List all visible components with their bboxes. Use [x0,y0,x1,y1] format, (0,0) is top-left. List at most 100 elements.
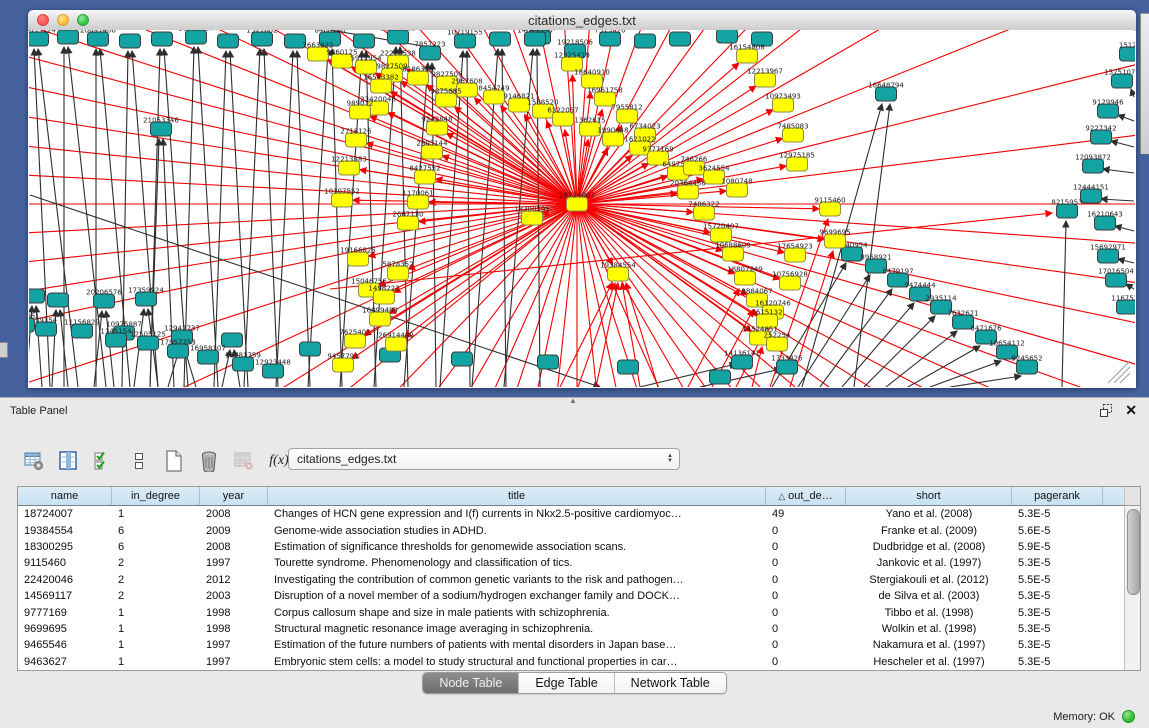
close-panel-icon[interactable]: ✕ [1125,403,1137,417]
cell-out_degree[interactable]: 0 [766,557,846,569]
cell-pagerank[interactable]: 5.9E-5 [1012,541,1103,553]
cell-title[interactable]: Changes of HCN gene expression and I(f) … [268,508,766,520]
graph-node[interactable] [618,360,639,374]
table-row[interactable]: 969969511998Structural magnetic resonanc… [18,621,1124,637]
vertical-scrollbar[interactable] [1124,506,1140,670]
cell-name[interactable]: 9777169 [18,607,112,619]
tab-network-table[interactable]: Network Table [615,673,726,693]
graph-node[interactable] [538,355,559,369]
cell-year[interactable]: 2008 [200,541,268,553]
cell-out_degree[interactable]: 0 [766,590,846,602]
cell-year[interactable]: 1997 [200,656,268,668]
new-table-icon[interactable] [162,449,186,473]
graph-node[interactable] [300,342,321,356]
cell-out_degree[interactable]: 0 [766,574,846,586]
cell-name[interactable]: 19384554 [18,525,112,537]
cell-title[interactable]: Disruption of a novel member of a sodium… [268,590,766,602]
cell-pagerank[interactable]: 5.6E-5 [1012,525,1103,537]
cell-title[interactable]: Tourette syndrome. Phenomenology and cla… [268,557,766,569]
graph-node[interactable] [710,370,731,384]
cell-out_degree[interactable]: 0 [766,656,846,668]
tab-node-table[interactable]: Node Table [423,673,519,693]
cell-edit-icon[interactable] [127,449,151,473]
cell-in_degree[interactable]: 1 [112,607,200,619]
cell-name[interactable]: 9465546 [18,639,112,651]
table-row[interactable]: 911546021997Tourette syndrome. Phenomeno… [18,555,1124,571]
tab-edge-table[interactable]: Edge Table [519,673,614,693]
graph-node[interactable] [152,32,173,46]
table-row[interactable]: 946362711997Embryonic stem cells: a mode… [18,654,1124,670]
cell-pagerank[interactable]: 5.3E-5 [1012,656,1103,668]
cell-pagerank[interactable]: 5.3E-5 [1012,557,1103,569]
graph-node[interactable] [48,293,69,307]
cell-in_degree[interactable]: 2 [112,557,200,569]
cell-in_degree[interactable]: 1 [112,508,200,520]
cell-out_degree[interactable]: 0 [766,525,846,537]
table-selector-dropdown[interactable]: citations_edges.txt ▲▼ [288,448,680,470]
cell-year[interactable]: 2012 [200,574,268,586]
delete-table-icon[interactable] [197,449,221,473]
graph-node[interactable] [490,32,511,46]
network-canvas[interactable]: 2405572420691406106532871527602846616016… [29,30,1135,388]
column-header-title[interactable]: title [268,487,766,505]
column-display-icon[interactable] [57,449,81,473]
cell-title[interactable]: Estimation of significance thresholds fo… [268,541,766,553]
cell-pagerank[interactable]: 5.3E-5 [1012,639,1103,651]
cell-year[interactable]: 1997 [200,557,268,569]
cell-name[interactable]: 18300295 [18,541,112,553]
cell-short[interactable]: de Silva et al. (2003) [846,590,1012,602]
column-header-pagerank[interactable]: pagerank [1012,487,1103,505]
column-header-name[interactable]: name [18,487,112,505]
cell-title[interactable]: Genome-wide association studies in ADHD. [268,525,766,537]
cell-year[interactable]: 1997 [200,639,268,651]
graph-node[interactable] [218,34,239,48]
cell-in_degree[interactable]: 6 [112,541,200,553]
cell-pagerank[interactable]: 5.3E-5 [1012,508,1103,520]
graph-node[interactable] [29,289,45,303]
cell-short[interactable]: Stergiakouli et al. (2012) [846,574,1012,586]
cell-name[interactable]: 22420046 [18,574,112,586]
cell-out_degree[interactable]: 49 [766,508,846,520]
cell-out_degree[interactable]: 0 [766,607,846,619]
column-header-year[interactable]: year [200,487,268,505]
table-row[interactable]: 1872400712008Changes of HCN gene express… [18,506,1124,522]
table-row[interactable]: 1938455462009Genome-wide association stu… [18,522,1124,538]
resize-grip-icon[interactable] [1108,361,1130,383]
graph-node[interactable] [717,30,738,43]
cell-out_degree[interactable]: 0 [766,541,846,553]
cell-short[interactable]: Hescheler et al. (1997) [846,656,1012,668]
cell-short[interactable]: Dudbridge et al. (2008) [846,541,1012,553]
cell-short[interactable]: Tibbo et al. (1998) [846,607,1012,619]
cell-in_degree[interactable]: 6 [112,525,200,537]
cell-out_degree[interactable]: 0 [766,623,846,635]
table-row[interactable]: 1456911722003Disruption of a novel membe… [18,588,1124,604]
cell-short[interactable]: Yano et al. (2008) [846,508,1012,520]
cell-pagerank[interactable]: 5.3E-5 [1012,623,1103,635]
table-row[interactable]: 946554611997Estimation of the future num… [18,637,1124,653]
cell-title[interactable]: Structural magnetic resonance image aver… [268,623,766,635]
column-header-short[interactable]: short [846,487,1012,505]
table-mode-icon[interactable] [22,449,46,473]
cell-year[interactable]: 1998 [200,623,268,635]
cell-pagerank[interactable]: 5.3E-5 [1012,590,1103,602]
cell-in_degree[interactable]: 2 [112,574,200,586]
cell-short[interactable]: Franke et al. (2009) [846,525,1012,537]
cell-name[interactable]: 14569117 [18,590,112,602]
cell-name[interactable]: 9699695 [18,623,112,635]
column-header-in_degree[interactable]: in_degree [112,487,200,505]
cell-name[interactable]: 9115460 [18,557,112,569]
table-row[interactable]: 2242004622012Investigating the contribut… [18,572,1124,588]
graph-node[interactable] [354,34,375,48]
splitter-grip-icon[interactable]: ▲ [569,396,577,405]
cell-year[interactable]: 2008 [200,508,268,520]
resize-grip-icon[interactable] [1120,373,1130,383]
cell-in_degree[interactable]: 1 [112,656,200,668]
cell-pagerank[interactable]: 5.3E-5 [1012,607,1103,619]
cell-name[interactable]: 9463627 [18,656,112,668]
window-titlebar[interactable]: citations_edges.txt [28,10,1136,31]
cell-in_degree[interactable]: 2 [112,590,200,602]
cell-pagerank[interactable]: 5.5E-5 [1012,574,1103,586]
cell-name[interactable]: 18724007 [18,508,112,520]
graph-node[interactable] [670,32,691,46]
cell-year[interactable]: 2003 [200,590,268,602]
